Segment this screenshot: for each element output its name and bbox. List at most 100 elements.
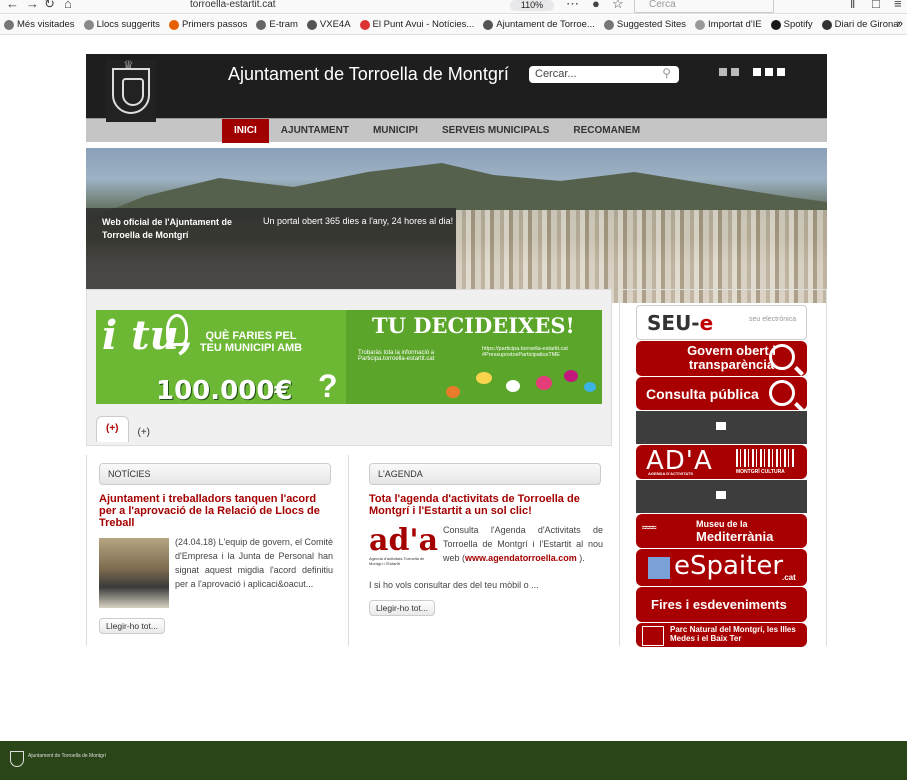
calendar-button-2[interactable] [636, 480, 807, 513]
espaiter-button[interactable]: eSpaiter .cat [636, 549, 807, 586]
banner-amount: 100.000€ [156, 376, 293, 404]
fires-esdeveniments-button[interactable]: Fires i esdeveniments [636, 587, 807, 622]
participatory-budget-banner[interactable]: i tu, QUÈ FARIES PEL TEU MUNICIPI AMB 10… [96, 310, 602, 404]
bookmark-label: E-tram [269, 19, 298, 30]
star-icon[interactable]: ☆ [612, 0, 624, 12]
nav-item-inici[interactable]: INICI [222, 119, 269, 143]
town-logo[interactable]: ♕ [106, 58, 156, 122]
wave-icon: ≈≈≈≈ [642, 523, 657, 532]
bookmark-item[interactable]: Importat d'IE [695, 19, 762, 30]
site-search-value: Cercar... [535, 68, 577, 80]
zoom-level[interactable]: 110% [510, 0, 554, 11]
seu-electronica-button[interactable]: SEU-e seu electrònica [636, 305, 807, 340]
url-bar[interactable]: torroella-estartit.cat [190, 0, 560, 13]
ada-montgri-cultura-button[interactable]: AD'A AGENDA D'ACTIVITATS MONTGRÍ CULTURA [636, 445, 807, 479]
agenda-link[interactable]: www.agendatorroella.com [465, 553, 577, 563]
banner-info-2: https://participa.torroella-estartit.cat… [482, 346, 568, 358]
print-icon[interactable] [719, 68, 727, 76]
barcode-icon [736, 449, 796, 467]
bookmark-item[interactable]: Més visitades [4, 19, 75, 30]
hero-caption-left: Web oficial de l'Ajuntament de Torroella… [102, 217, 232, 240]
banner-carousel: i tu, QUÈ FARIES PEL TEU MUNICIPI AMB 10… [86, 289, 612, 446]
bookmarks-overflow-icon[interactable]: » [897, 18, 903, 30]
museu-mediterrania-button[interactable]: ≈≈≈≈ Museu de la Mediterrània [636, 514, 807, 548]
bookmark-icon [359, 19, 370, 30]
bookmark-item[interactable]: Diari de Girona: [821, 19, 902, 30]
forward-icon[interactable]: → [26, 0, 39, 11]
magnifier-icon [769, 344, 795, 370]
govern-obert-button[interactable]: Govern obert i transparència [636, 341, 807, 376]
agenda-column: L'AGENDA Tota l'agenda d'activitats de T… [348, 455, 612, 646]
bookmark-item[interactable]: El Punt Avui - Notícies... [359, 19, 474, 30]
seu-label-text: SEU- [647, 311, 700, 335]
calendar-button[interactable] [636, 411, 807, 444]
bookmark-icon [483, 19, 494, 30]
sidebar: SEU-e seu electrònica Govern obert i tra… [619, 289, 827, 647]
news-readmore-button[interactable]: Llegir-ho tot... [99, 618, 165, 634]
news-header: NOTÍCIES [99, 463, 331, 485]
back-icon[interactable]: ← [6, 0, 19, 11]
consulta-publica-label: Consulta pública [646, 386, 759, 402]
home-icon[interactable]: ⌂ [64, 0, 72, 11]
agenda-title[interactable]: Tota l'agenda d'activitats de Torroella … [369, 493, 603, 517]
fires-label: Fires i esdeveniments [651, 597, 787, 612]
banner-tab[interactable]: (+) [129, 423, 160, 442]
nav-item-serveis-municipals[interactable]: SERVEIS MUNICIPALS [430, 119, 561, 143]
reload-icon[interactable]: ↻ [44, 0, 55, 12]
main-content: i tu, QUÈ FARIES PEL TEU MUNICIPI AMB 10… [86, 289, 612, 646]
share-icon[interactable] [731, 68, 739, 76]
news-body: (24.04.18) L'equip de govern, el Comitè … [99, 535, 333, 608]
parc-label: Parc Natural del Montgrí, les Illes Mede… [670, 625, 796, 643]
ada-sub-label: AGENDA D'ACTIVITATS [648, 471, 694, 476]
footer-shield-icon[interactable] [10, 751, 24, 767]
bookmark-item[interactable]: E-tram [256, 19, 298, 30]
hero-banner: Web oficial de l'Ajuntament de Torroella… [86, 148, 827, 303]
parc-natural-button[interactable]: Parc Natural del Montgrí, les Illes Mede… [636, 623, 807, 647]
browser-toolbar: ← → ↻ ⌂ torroella-estartit.cat 110% ⋯ ● … [0, 0, 907, 14]
bookmark-item[interactable]: Suggested Sites [603, 19, 686, 30]
site-search-input[interactable]: Cercar... ⚲ [529, 66, 679, 83]
calendar-icon [716, 422, 726, 430]
bookmark-label: Diari de Girona: [834, 19, 902, 30]
bookmark-item[interactable]: VXE4A [306, 19, 351, 30]
montgri-cultura-label: MONTGRÍ CULTURA [736, 469, 785, 475]
bookmark-label: Importat d'IE [708, 19, 762, 30]
bookmark-label: VXE4A [319, 19, 351, 30]
banner-question-mark: ? [318, 368, 338, 404]
pocket-icon[interactable]: ● [592, 0, 600, 11]
calendar-icon [716, 491, 726, 499]
crown-icon: ♕ [123, 58, 134, 72]
bookmark-label: Primers passos [181, 19, 248, 30]
agenda-readmore-button[interactable]: Llegir-ho tot... [369, 600, 435, 616]
search-icon[interactable]: ⚲ [662, 66, 671, 80]
bookmark-item[interactable]: Ajuntament de Torroe... [483, 19, 595, 30]
nav-item-recomanem[interactable]: RECOMANEM [561, 119, 652, 143]
ada-logo[interactable]: ad'a Agenda d'activitats Torroella de Mo… [369, 526, 438, 568]
parc-natural-icon [642, 626, 664, 646]
sidebar-icon[interactable]: □ [872, 0, 880, 11]
bookmark-icon [4, 19, 14, 30]
more-icon[interactable]: ⋯ [566, 0, 579, 12]
font-decrease-icon[interactable] [777, 68, 785, 76]
bookmark-item[interactable]: Primers passos [168, 19, 248, 30]
font-increase-icon[interactable] [753, 68, 761, 76]
consulta-publica-button[interactable]: Consulta pública [636, 377, 807, 410]
bookmark-item[interactable]: Llocs suggerits [83, 19, 160, 30]
menu-icon[interactable]: ≡ [894, 0, 902, 11]
bubble-icon [564, 370, 578, 382]
font-reset-icon[interactable] [765, 68, 773, 76]
library-icon[interactable]: ‖ [850, 0, 855, 11]
nav-item-municipi[interactable]: MUNICIPI [361, 119, 430, 143]
bookmark-item[interactable]: Spotify [770, 19, 813, 30]
banner-tab[interactable]: (+) [96, 416, 129, 442]
shield-icon: ♕ [112, 58, 150, 114]
nav-item-ajuntament[interactable]: AJUNTAMENT [269, 119, 361, 143]
news-title[interactable]: Ajuntament i treballadors tanquen l'acor… [99, 493, 333, 529]
news-photo[interactable] [99, 538, 169, 608]
browser-search-input[interactable]: Cerca [634, 0, 774, 13]
espaiter-icon [648, 557, 670, 579]
bookmark-icon [168, 19, 179, 30]
main-nav: INICI AJUNTAMENT MUNICIPI SERVEIS MUNICIPAL… [86, 118, 827, 143]
tools-gap [743, 68, 749, 76]
bookmark-icon [256, 19, 267, 30]
